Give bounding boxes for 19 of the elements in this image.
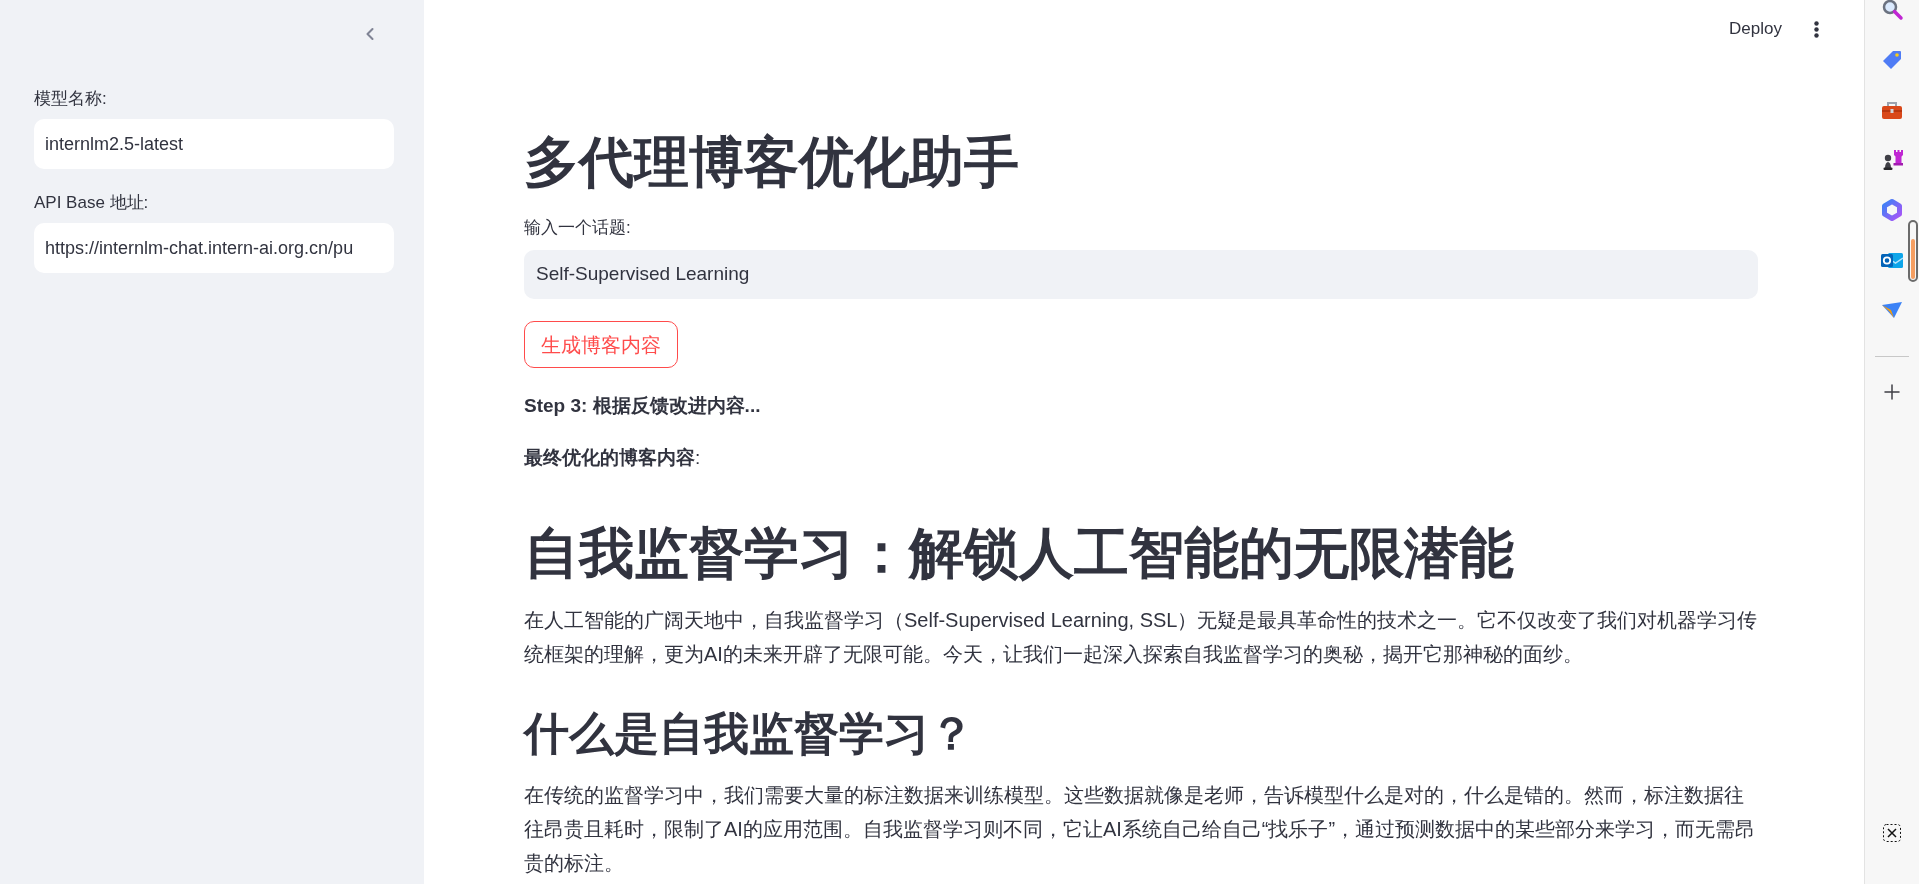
field-label: 输入一个话题:	[524, 217, 631, 239]
section-heading: 什么是自我监督学习？	[524, 707, 975, 761]
text-field[interactable]: internlm2.5-latest	[34, 119, 394, 169]
status-text: Step 3: 根据反馈改进内容...	[524, 394, 761, 418]
dashed-box-icon[interactable]	[1882, 823, 1902, 843]
page-title: 多代理博客优化助手	[524, 130, 1019, 195]
topic-input-field[interactable]: Self-Supervised Learning	[524, 250, 1758, 299]
paragraph: 在传统的监督学习中，我们需要大量的标注数据来训练模型。这些数据就像是老师，告诉模型什么是对的，什么是错的。然而，标注数据往往昂贵且耗时，限制了AI的应用范围。自我监督学习则不同，它让AI系统自己给自己“找乐子”，通过预测数据中的某些部分来学习，而无需昂贵的标注。	[524, 783, 1757, 876]
text-field[interactable]: https://internlm-chat.intern-ai.org.cn/pu	[34, 223, 394, 273]
field-label: API Base 地址:	[34, 192, 149, 214]
more-options-icon	[1813, 20, 1819, 38]
paragraph: 在人工智能的广阔天地中，自我监督学习（Self-Supervised Learning, SSL）无疑是最具革命性的技术之一。它不仅改变了我们对机器学习传统框架的理解，更为AI的未来开辟了无限可能。今天，让我们一起深入探索自我监督学习的奥秘，揭开它那神秘的面纱。	[524, 608, 1758, 667]
hexagon-ring-icon[interactable]	[1880, 198, 1904, 222]
field-label: 模型名称:	[34, 88, 107, 110]
deploy-button[interactable]: Deploy	[1719, 11, 1792, 47]
scrollbar[interactable]	[1908, 220, 1918, 282]
search-icon[interactable]	[1880, 0, 1904, 22]
result-label: 最终优化的博客内容:	[524, 446, 701, 470]
article-heading: 自我监督学习：解锁人工智能的无限潜能	[524, 521, 1515, 586]
